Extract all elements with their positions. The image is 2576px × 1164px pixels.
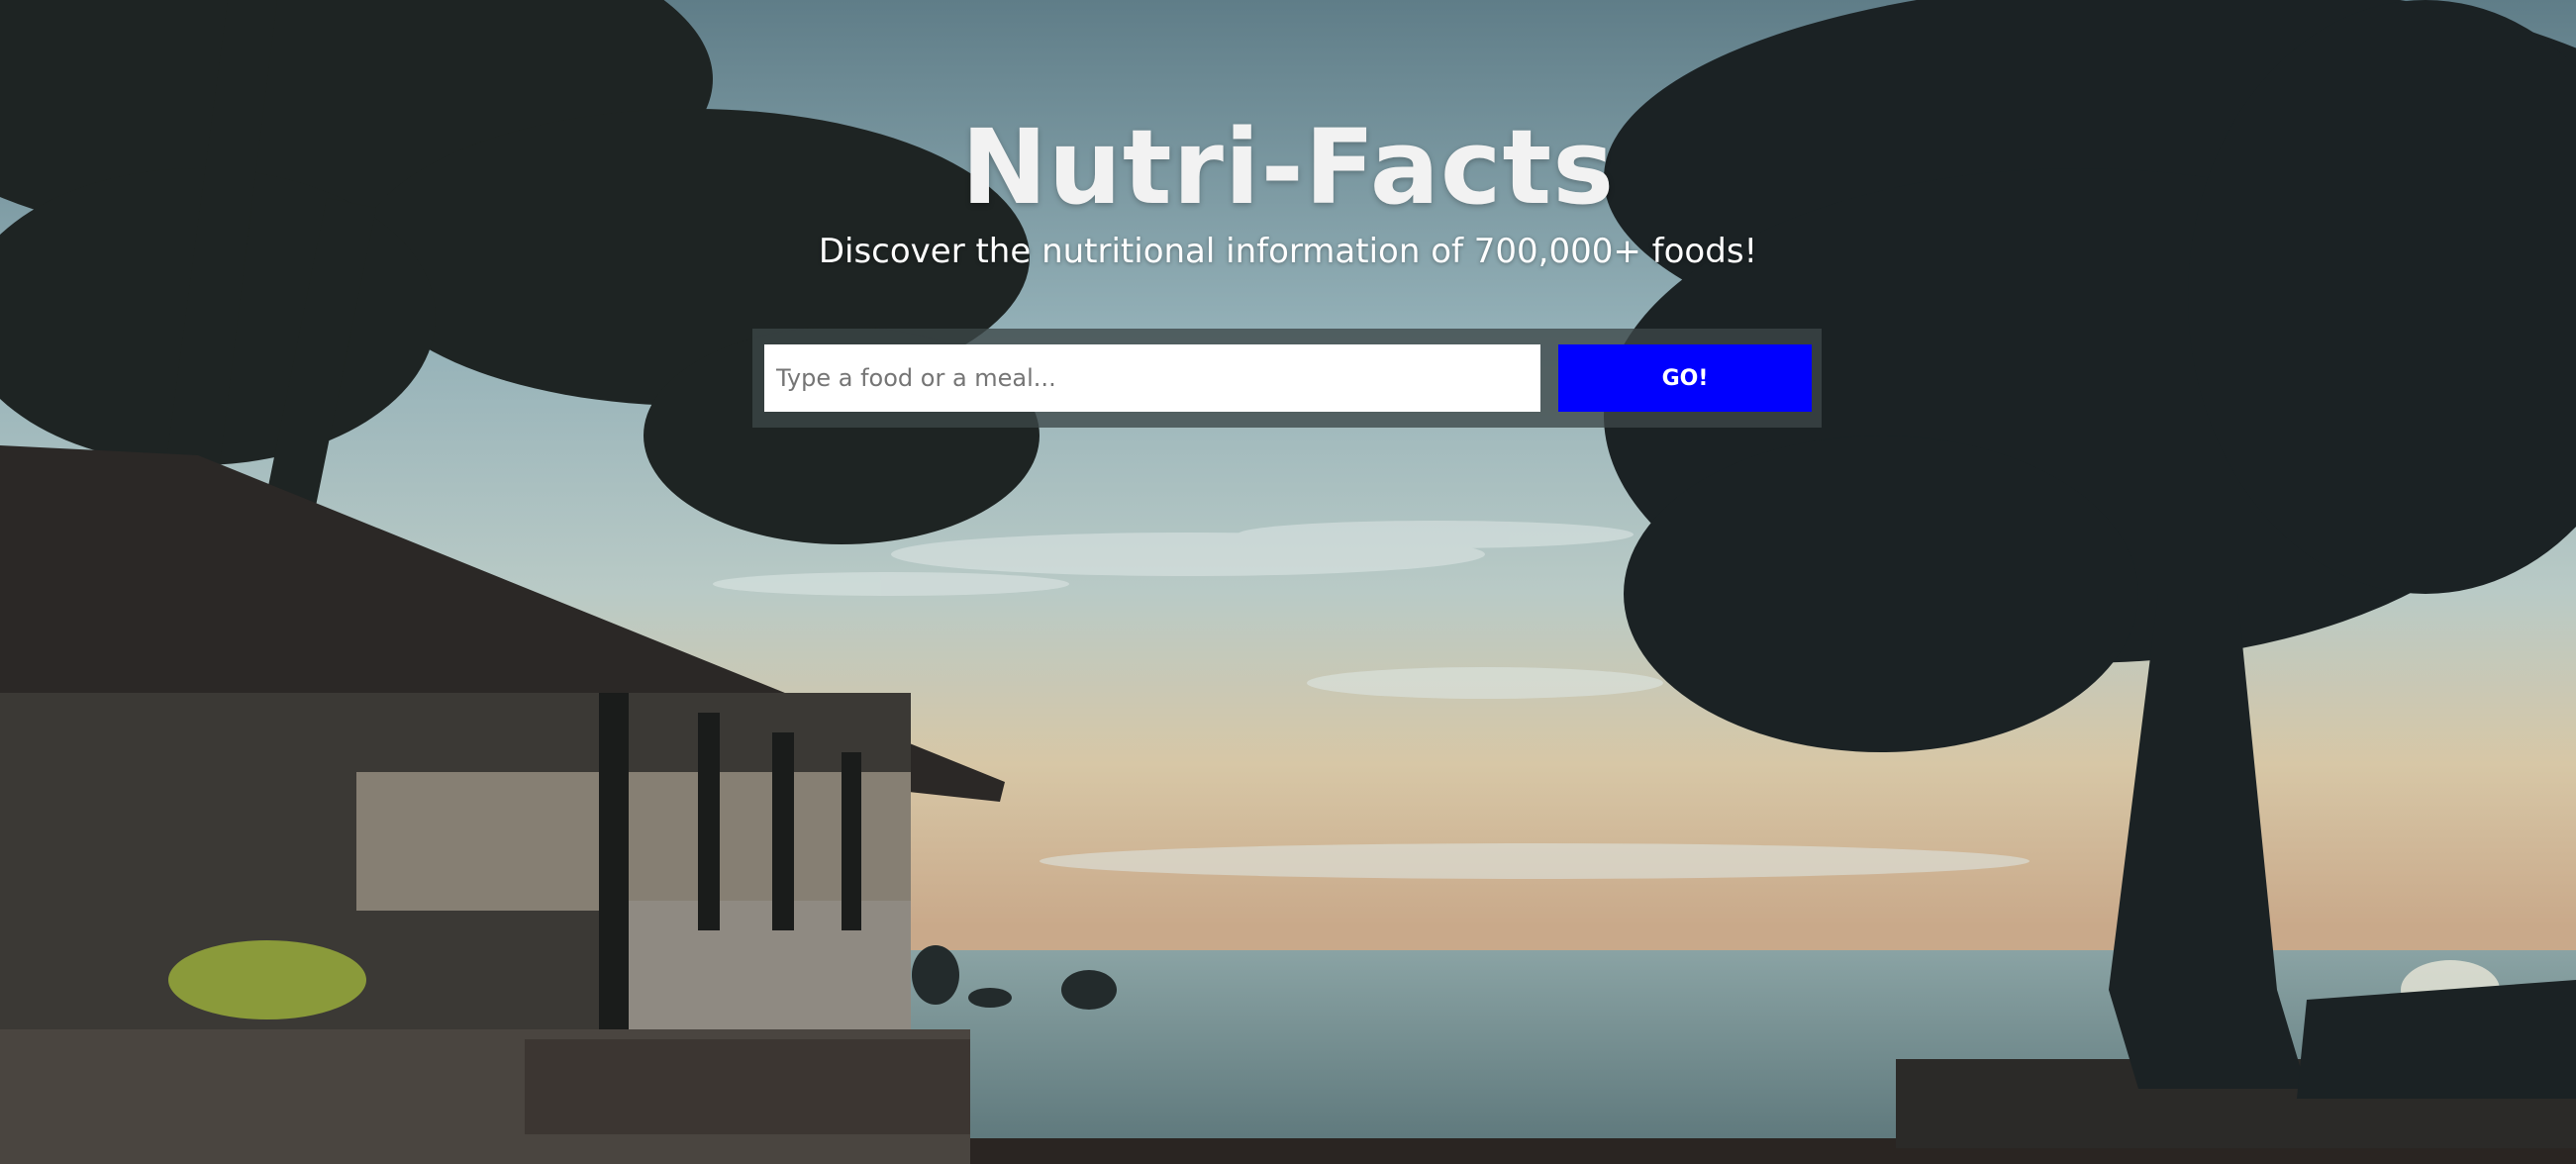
hero-section: Nutri-Facts Discover the nutritional inf… (0, 0, 2576, 1164)
page-subtitle: Discover the nutritional information of … (818, 232, 1758, 271)
go-button[interactable]: GO! (1558, 344, 1812, 412)
page-title: Nutri-Facts (960, 107, 1616, 228)
food-search-input[interactable] (764, 344, 1540, 412)
search-form: GO! (752, 329, 1822, 428)
